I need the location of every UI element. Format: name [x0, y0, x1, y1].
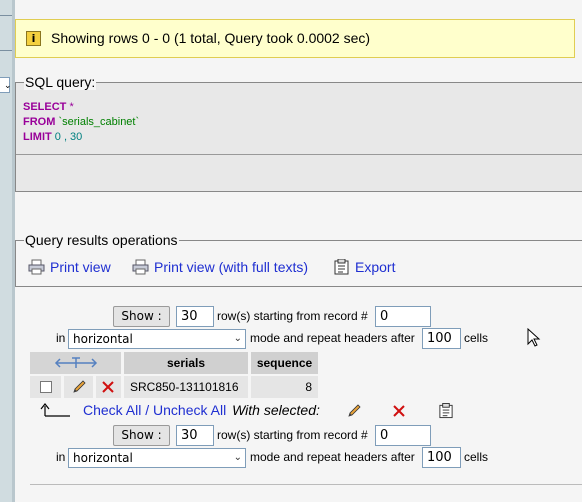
- display-mode-select-bottom[interactable]: horizontal ⌄: [68, 448, 246, 468]
- export-icon: [334, 259, 349, 275]
- print-view-label: Print view: [50, 259, 111, 275]
- query-results-operations-fieldset: Query results operations Print view Prin…: [15, 232, 582, 287]
- corner-arrow-icon: [40, 403, 70, 417]
- delete-icon[interactable]: [101, 380, 115, 394]
- cells-label-bottom: cells: [464, 450, 489, 464]
- print-icon: [132, 259, 149, 275]
- rows-input[interactable]: 30: [176, 306, 214, 327]
- in-label-bottom: in: [56, 450, 66, 464]
- column-header-sequence[interactable]: sequence: [251, 352, 318, 374]
- notice-text: Showing rows 0 - 0 (1 total, Query took …: [51, 30, 371, 46]
- sql-keyword: FROM: [23, 116, 56, 128]
- print-view-link[interactable]: Print view: [28, 259, 111, 275]
- rows-input-bottom[interactable]: 30: [176, 425, 214, 446]
- sql-keyword: LIMIT: [23, 131, 52, 143]
- rows-starting-label: row(s) starting from record #: [217, 309, 368, 323]
- uncheck-all-link[interactable]: Uncheck All: [153, 402, 226, 418]
- cells-label: cells: [464, 331, 489, 345]
- sql-query-fieldset: SQL query: SELECT * FROM `serials_cabine…: [15, 74, 582, 192]
- nav-select-dropdown[interactable]: ⌄: [0, 77, 12, 93]
- sql-table-name: `serials_cabinet`: [55, 116, 140, 128]
- cell-serials: SRC850-131101816: [124, 376, 248, 398]
- mouse-cursor-icon: [527, 328, 541, 347]
- chevron-down-icon: ⌄: [233, 452, 242, 463]
- separator-text: /: [141, 402, 154, 418]
- export-link[interactable]: Export: [333, 259, 395, 275]
- column-header-serials[interactable]: serials: [124, 352, 248, 374]
- row-checkbox-cell: [30, 376, 61, 398]
- sql-keyword: SELECT: [23, 101, 67, 113]
- info-icon: i: [26, 31, 41, 46]
- cell-sequence: 8: [251, 376, 318, 398]
- sql-select-columns: *: [66, 101, 74, 113]
- row-edit-cell: [64, 376, 93, 398]
- display-mode-select[interactable]: horizontal ⌄: [68, 329, 246, 349]
- nav-divider: [0, 15, 12, 16]
- sort-arrows-header[interactable]: [30, 352, 121, 374]
- print-icon: [28, 259, 45, 275]
- bulk-actions: Check All / Uncheck All With selected:: [83, 402, 320, 418]
- repeat-headers-input[interactable]: 100: [422, 328, 461, 349]
- display-mode-value: horizontal: [73, 332, 133, 346]
- export-label: Export: [355, 259, 396, 275]
- rows-starting-label-bottom: row(s) starting from record #: [217, 428, 368, 442]
- in-label: in: [56, 331, 66, 345]
- query-result-notice: i Showing rows 0 - 0 (1 total, Query too…: [15, 19, 575, 58]
- left-navigation-frame: ⌄: [0, 0, 15, 502]
- nav-divider: [0, 50, 12, 51]
- row-checkbox[interactable]: [40, 381, 52, 393]
- repeat-headers-input-bottom[interactable]: 100: [422, 447, 461, 468]
- section-divider: [30, 484, 582, 485]
- sql-query-legend: SQL query:: [24, 74, 97, 90]
- show-button[interactable]: Show :: [113, 306, 170, 327]
- pencil-icon[interactable]: [346, 403, 362, 419]
- start-record-input[interactable]: 0: [375, 306, 431, 327]
- repeat-headers-label: mode and repeat headers after: [250, 331, 415, 345]
- print-view-full-link[interactable]: Print view (with full texts): [132, 259, 308, 275]
- export-icon[interactable]: [438, 403, 454, 419]
- check-all-link[interactable]: Check All: [83, 402, 141, 418]
- show-button-bottom[interactable]: Show :: [113, 425, 170, 446]
- repeat-headers-label-bottom: mode and repeat headers after: [250, 450, 415, 464]
- sort-arrows-icon: [54, 357, 97, 368]
- chevron-down-icon: ⌄: [233, 333, 242, 344]
- sql-limit-values: 0 , 30: [51, 131, 83, 143]
- start-record-input-bottom[interactable]: 0: [375, 425, 431, 446]
- row-delete-cell: [96, 376, 121, 398]
- operations-legend: Query results operations: [24, 232, 179, 248]
- delete-icon[interactable]: [392, 404, 406, 418]
- display-mode-value-bottom: horizontal: [73, 451, 133, 465]
- pencil-icon[interactable]: [71, 379, 87, 395]
- with-selected-label: With selected:: [232, 402, 320, 418]
- print-view-full-label: Print view (with full texts): [154, 259, 309, 275]
- sql-query-code: SELECT * FROM `serials_cabinet` LIMIT 0 …: [16, 90, 582, 155]
